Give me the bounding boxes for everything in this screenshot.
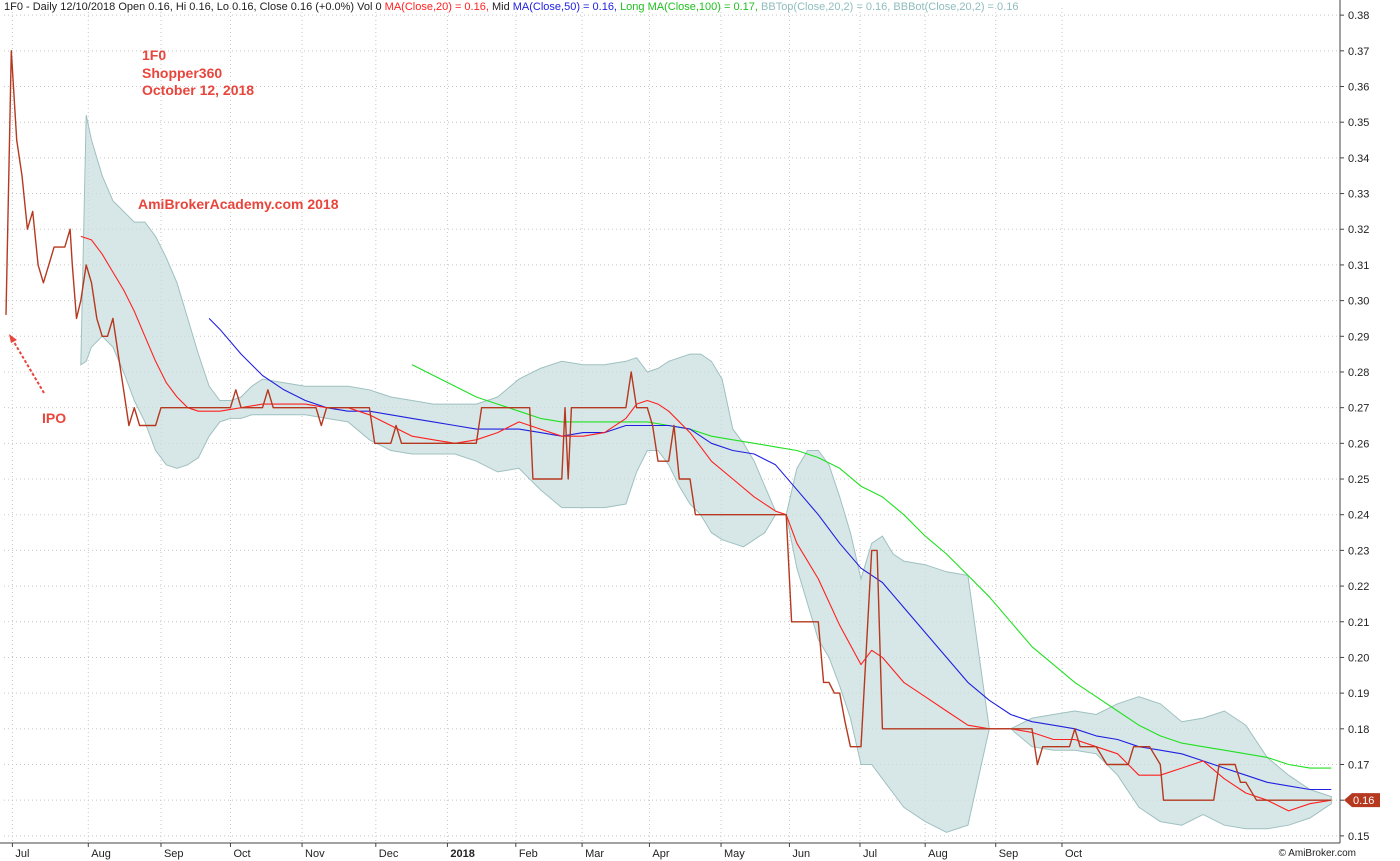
y-tick-label: 0.31 xyxy=(1348,260,1369,272)
y-tick-label: 0.20 xyxy=(1348,652,1369,664)
annotation-brand: AmiBrokerAcademy.com 2018 xyxy=(138,196,339,212)
y-tick-label: 0.15 xyxy=(1348,831,1369,843)
y-tick-label: 0.34 xyxy=(1348,153,1369,165)
x-tick-label: Aug xyxy=(928,848,948,860)
x-tick-label: Mar xyxy=(585,848,604,860)
y-tick-label: 0.30 xyxy=(1348,296,1369,308)
bottom-axis: Jul Aug Sep Oct Nov Dec 2018 Feb Mar Apr May Jun Jul… xyxy=(0,842,1340,860)
x-tick-label: Jun xyxy=(792,848,810,860)
y-tick-label: 0.18 xyxy=(1348,724,1369,736)
header-prefix: 1F0 - Daily 12/10/2018 Open 0.16, Hi 0.1… xyxy=(4,1,385,13)
header-ma50: MA(Close,50) = 0.16, xyxy=(512,1,617,13)
price-chart: 0.15 0.16 0.17 0.18 0.19 0.20 0.21 0.22 0.23 0.24… xyxy=(0,0,1380,860)
x-tick-label: Oct xyxy=(1065,848,1082,860)
x-tick-label: Sep xyxy=(164,848,184,860)
y-tick-label: 0.21 xyxy=(1348,617,1369,629)
y-tick-label: 0.24 xyxy=(1348,510,1369,522)
footer-brand: © AmiBroker.com xyxy=(1278,848,1356,859)
header-mid-label: Mid xyxy=(491,1,513,13)
x-tick-label: Apr xyxy=(652,848,669,860)
x-tick-label: Feb xyxy=(519,848,538,860)
y-tick-label: 0.32 xyxy=(1348,224,1369,236)
y-tick-label: 0.33 xyxy=(1348,189,1369,201)
x-tick-label: Dec xyxy=(379,848,399,860)
y-tick-label: 0.25 xyxy=(1348,474,1369,486)
x-tick-label: Aug xyxy=(91,848,111,860)
x-tick-label: Jul xyxy=(863,848,877,860)
x-tick-label: 2018 xyxy=(450,848,474,860)
x-tick-label: Oct xyxy=(233,848,250,860)
y-tick-label: 0.17 xyxy=(1348,759,1369,771)
y-tick-label: 0.36 xyxy=(1348,82,1369,94)
x-tick-label: May xyxy=(724,848,745,860)
header-ma20: MA(Close,20) = 0.16, xyxy=(384,1,489,13)
y-tick-label: 0.22 xyxy=(1348,581,1369,593)
x-tick-label: Jul xyxy=(15,848,29,860)
annotation-name: Shopper360 xyxy=(142,65,223,81)
x-tick-label: Nov xyxy=(305,848,325,860)
y-tick-label: 0.29 xyxy=(1348,331,1369,343)
y-tick-label: 0.26 xyxy=(1348,438,1369,450)
chart-header: 1F0 - Daily 12/10/2018 Open 0.16, Hi 0.1… xyxy=(4,1,1018,13)
last-value-tag-label: 0.16 xyxy=(1353,795,1374,807)
annotation-date: October 12, 2018 xyxy=(142,82,255,98)
header-bbtop: BBTop(Close,20,2) = 0.16, xyxy=(761,1,891,13)
annotation-ticker: 1F0 xyxy=(142,47,167,63)
y-tick-label: 0.27 xyxy=(1348,403,1369,415)
x-tick-label: Sep xyxy=(999,848,1019,860)
y-tick-label: 0.23 xyxy=(1348,545,1369,557)
y-tick-label: 0.38 xyxy=(1348,10,1369,22)
y-tick-label: 0.28 xyxy=(1348,367,1369,379)
right-axis: 0.150.160.170.180.190.200.210.220.230.24… xyxy=(1339,0,1369,843)
header-ma100: Long MA(Close,100) = 0.17, xyxy=(620,1,758,13)
y-tick-label: 0.37 xyxy=(1348,46,1369,58)
header-bbbot: BBBot(Close,20,2) = 0.16 xyxy=(893,1,1019,13)
chart-root: 0.15 0.16 0.17 0.18 0.19 0.20 0.21 0.22 0.23 0.24… xyxy=(0,0,1400,861)
y-tick-label: 0.19 xyxy=(1348,688,1369,700)
y-tick-label: 0.35 xyxy=(1348,117,1369,129)
annotation-ipo: IPO xyxy=(42,410,67,426)
